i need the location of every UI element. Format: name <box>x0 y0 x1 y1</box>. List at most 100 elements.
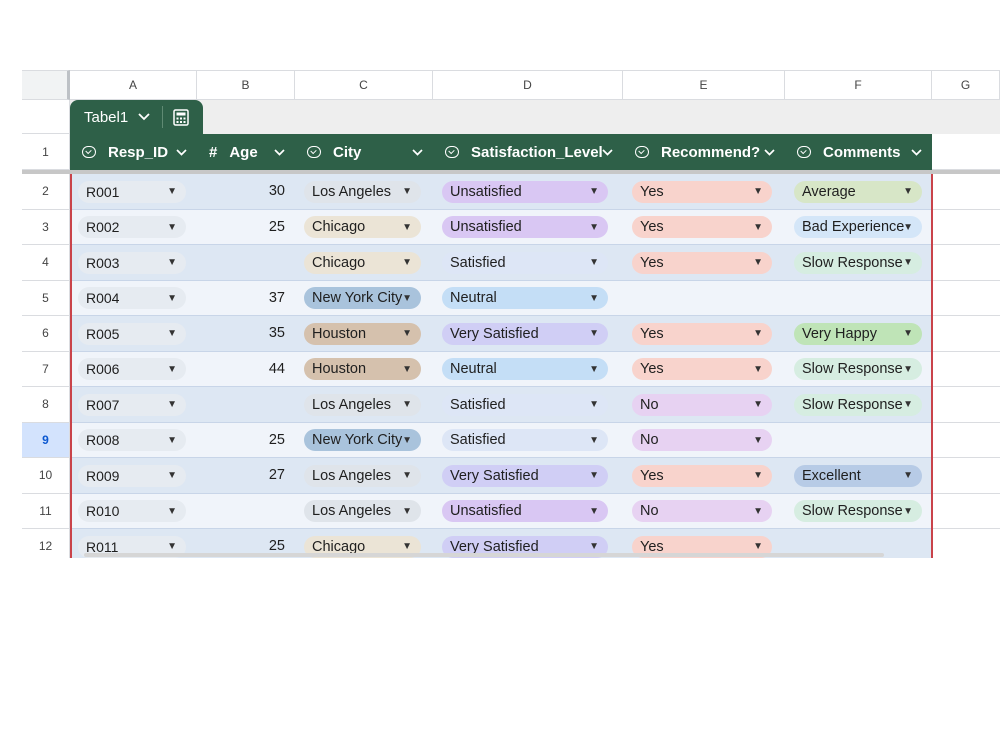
age-cell[interactable]: 37 <box>197 290 285 306</box>
dropdown-arrow-icon[interactable]: ▼ <box>402 293 412 304</box>
resp-id-dropdown[interactable]: R002 ▼ <box>78 216 186 239</box>
resp-id-dropdown[interactable]: R008 ▼ <box>78 429 186 452</box>
dropdown-arrow-icon[interactable]: ▼ <box>903 328 913 339</box>
city-dropdown[interactable]: New York City ▼ <box>304 287 421 310</box>
row-header-2[interactable]: 2 <box>22 174 70 210</box>
satisfaction-dropdown[interactable]: Very Satisfied ▼ <box>442 464 608 487</box>
chevron-down-icon[interactable] <box>602 145 613 159</box>
cell-g3[interactable] <box>932 209 1000 245</box>
column-header-a[interactable]: A <box>70 70 197 100</box>
age-cell[interactable]: 44 <box>197 361 285 377</box>
dropdown-arrow-icon[interactable]: ▼ <box>589 222 599 233</box>
dropdown-arrow-icon[interactable]: ▼ <box>903 399 913 410</box>
dropdown-arrow-icon[interactable]: ▼ <box>589 293 599 304</box>
chevron-down-icon[interactable] <box>911 145 922 159</box>
satisfaction-dropdown[interactable]: Satisfied ▼ <box>442 251 608 274</box>
row-header-11[interactable]: 11 <box>22 493 70 529</box>
satisfaction-dropdown[interactable]: Neutral ▼ <box>442 358 608 381</box>
dropdown-arrow-icon[interactable]: ▼ <box>167 186 177 197</box>
resp-id-dropdown[interactable]: R007 ▼ <box>78 393 186 416</box>
dropdown-arrow-icon[interactable]: ▼ <box>903 257 913 268</box>
dropdown-arrow-icon[interactable]: ▼ <box>167 364 177 375</box>
age-cell[interactable]: 27 <box>197 467 285 483</box>
dropdown-arrow-icon[interactable]: ▼ <box>753 257 763 268</box>
column-title-city[interactable]: City <box>295 134 433 170</box>
age-cell[interactable]: 35 <box>197 325 285 341</box>
dropdown-arrow-icon[interactable]: ▼ <box>402 470 412 481</box>
cell-g9[interactable] <box>932 422 1000 458</box>
dropdown-arrow-icon[interactable]: ▼ <box>903 222 913 233</box>
dropdown-arrow-icon[interactable]: ▼ <box>589 470 599 481</box>
dropdown-arrow-icon[interactable]: ▼ <box>167 399 177 410</box>
dropdown-arrow-icon[interactable]: ▼ <box>167 435 177 446</box>
dropdown-arrow-icon[interactable]: ▼ <box>753 222 763 233</box>
dropdown-arrow-icon[interactable]: ▼ <box>753 328 763 339</box>
dropdown-arrow-icon[interactable]: ▼ <box>402 506 412 517</box>
row-header-6[interactable]: 6 <box>22 316 70 352</box>
dropdown-arrow-icon[interactable]: ▼ <box>589 186 599 197</box>
comments-dropdown[interactable]: Very Happy ▼ <box>794 322 922 345</box>
recommend-dropdown[interactable]: No ▼ <box>632 393 772 416</box>
cell-g10[interactable] <box>932 458 1000 494</box>
dropdown-arrow-icon[interactable]: ▼ <box>753 470 763 481</box>
row-header-7[interactable]: 7 <box>22 351 70 387</box>
chevron-down-icon[interactable] <box>176 145 187 159</box>
dropdown-arrow-icon[interactable]: ▼ <box>167 470 177 481</box>
dropdown-arrow-icon[interactable]: ▼ <box>167 293 177 304</box>
row-header-10[interactable]: 10 <box>22 458 70 494</box>
column-title-satisfaction-level[interactable]: Satisfaction_Level <box>433 134 623 170</box>
dropdown-arrow-icon[interactable]: ▼ <box>402 399 412 410</box>
column-header-f[interactable]: F <box>785 70 932 100</box>
satisfaction-dropdown[interactable]: Satisfied ▼ <box>442 429 608 452</box>
dropdown-arrow-icon[interactable]: ▼ <box>402 186 412 197</box>
comments-dropdown[interactable]: Slow Response ▼ <box>794 358 922 381</box>
select-all-corner[interactable] <box>22 70 70 100</box>
cell-g2[interactable] <box>932 174 1000 210</box>
resp-id-dropdown[interactable]: R001 ▼ <box>78 180 186 203</box>
satisfaction-dropdown[interactable]: Unsatisfied ▼ <box>442 180 608 203</box>
dropdown-arrow-icon[interactable]: ▼ <box>167 257 177 268</box>
column-header-b[interactable]: B <box>197 70 295 100</box>
dropdown-arrow-icon[interactable]: ▼ <box>589 328 599 339</box>
dropdown-arrow-icon[interactable]: ▼ <box>167 222 177 233</box>
resp-id-dropdown[interactable]: R003 ▼ <box>78 251 186 274</box>
column-header-c[interactable]: C <box>295 70 433 100</box>
city-dropdown[interactable]: Los Angeles ▼ <box>304 500 421 523</box>
comments-dropdown[interactable]: Slow Response ▼ <box>794 500 922 523</box>
column-title-recommend[interactable]: Recommend? <box>623 134 785 170</box>
dropdown-arrow-icon[interactable]: ▼ <box>903 506 913 517</box>
comments-dropdown[interactable]: Bad Experience ▼ <box>794 216 922 239</box>
city-dropdown[interactable]: Chicago ▼ <box>304 216 421 239</box>
chevron-down-icon[interactable] <box>412 145 423 159</box>
city-dropdown[interactable]: Chicago ▼ <box>304 251 421 274</box>
dropdown-arrow-icon[interactable]: ▼ <box>167 328 177 339</box>
dropdown-arrow-icon[interactable]: ▼ <box>753 364 763 375</box>
city-dropdown[interactable]: Los Angeles ▼ <box>304 464 421 487</box>
calculator-icon[interactable] <box>173 108 189 126</box>
chevron-down-icon[interactable] <box>764 145 775 159</box>
column-title-age[interactable]: # Age <box>197 134 295 170</box>
dropdown-arrow-icon[interactable]: ▼ <box>589 364 599 375</box>
dropdown-arrow-icon[interactable]: ▼ <box>589 435 599 446</box>
column-header-g[interactable]: G <box>932 70 1000 100</box>
recommend-dropdown[interactable]: No ▼ <box>632 429 772 452</box>
dropdown-arrow-icon[interactable]: ▼ <box>753 506 763 517</box>
resp-id-dropdown[interactable]: R005 ▼ <box>78 322 186 345</box>
resp-id-dropdown[interactable]: R009 ▼ <box>78 464 186 487</box>
dropdown-arrow-icon[interactable]: ▼ <box>167 506 177 517</box>
recommend-dropdown[interactable]: Yes ▼ <box>632 251 772 274</box>
dropdown-arrow-icon[interactable]: ▼ <box>903 470 913 481</box>
comments-dropdown[interactable]: Excellent ▼ <box>794 464 922 487</box>
cell-g4[interactable] <box>932 245 1000 281</box>
cell-g11[interactable] <box>932 493 1000 529</box>
dropdown-arrow-icon[interactable]: ▼ <box>903 364 913 375</box>
dropdown-arrow-icon[interactable]: ▼ <box>753 541 763 552</box>
dropdown-arrow-icon[interactable]: ▼ <box>402 541 412 552</box>
dropdown-arrow-icon[interactable]: ▼ <box>753 435 763 446</box>
dropdown-arrow-icon[interactable]: ▼ <box>753 186 763 197</box>
row-header-5[interactable]: 5 <box>22 280 70 316</box>
age-cell[interactable]: 25 <box>197 432 285 448</box>
resp-id-dropdown[interactable]: R010 ▼ <box>78 500 186 523</box>
row-header-9[interactable]: 9 <box>22 422 70 458</box>
comments-dropdown[interactable]: Slow Response ▼ <box>794 393 922 416</box>
